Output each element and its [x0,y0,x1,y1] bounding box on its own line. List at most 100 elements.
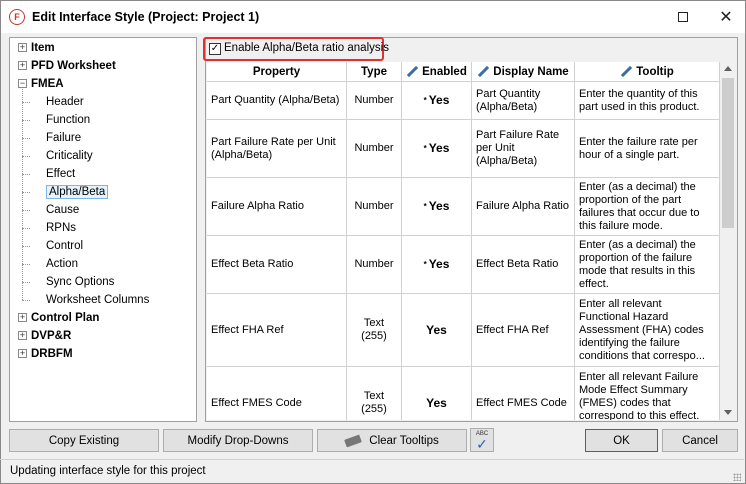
edit-pencil-icon [406,66,418,78]
grid-cell-text: Yes [428,199,450,213]
grid-cell-display-name[interactable]: Part Failure Rate per Unit (Alpha/Beta) [472,120,575,178]
tree-item-function[interactable]: Function [22,111,90,129]
enable-alpha-beta-label[interactable]: Enable Alpha/Beta ratio analysis [224,42,389,54]
grid-cell-property: Effect FHA Ref [207,294,347,367]
tree-item-label: Item [31,42,55,54]
grid-cell-enabled[interactable]: * Yes [402,120,472,178]
section-tree: + Item + PFD Worksheet − FMEA Header Function Fa… [9,37,197,422]
tree-item-label: Criticality [46,150,93,162]
resize-grip-icon[interactable] [733,473,741,481]
expand-icon[interactable]: + [18,349,27,358]
required-marker: * [423,96,427,105]
required-marker: * [423,260,427,269]
grid-cell-tooltip[interactable]: Enter all relevant Functional Hazard Ass… [575,294,720,367]
grid-cell-text: Effect FMES Code [211,396,302,409]
grid-cell-text: Yes [428,257,450,271]
tree-item-criticality[interactable]: Criticality [22,147,93,165]
column-header-enabled[interactable]: Enabled [402,62,472,82]
tree-item-control[interactable]: Control [22,237,83,255]
grid-cell-property: Effect Beta Ratio [207,236,347,294]
tree-branch-line [22,138,30,139]
grid-cell-text: Number [354,142,394,154]
expand-icon[interactable]: + [18,43,27,52]
clear-tooltips-button[interactable]: Clear Tooltips [317,429,467,452]
maximize-button[interactable] [669,5,697,29]
grid-cell-enabled[interactable]: * Yes [402,236,472,294]
close-button[interactable]: ✕ [712,5,740,29]
tree-item-sync-options[interactable]: Sync Options [22,273,114,291]
grid-cell-text: Effect FHA Ref [476,323,549,336]
tree-item-worksheet-columns[interactable]: Worksheet Columns [22,291,149,309]
expand-icon[interactable]: + [18,331,27,340]
grid-cell-text: Enter (as a decimal) the proportion of t… [579,238,696,290]
grid-cell-type: Number [347,82,402,120]
grid-cell-display-name[interactable]: Effect FHA Ref [472,294,575,367]
tree-item-alpha-beta[interactable]: Alpha/Beta [22,183,109,201]
column-header-type-label: Type [361,66,387,78]
expand-icon[interactable]: + [18,313,27,322]
grid-cell-display-name[interactable]: Failure Alpha Ratio [472,178,575,236]
modify-dropdowns-button[interactable]: Modify Drop-Downs [163,429,313,452]
tree-item-cause[interactable]: Cause [22,201,79,219]
grid-cell-enabled[interactable]: * Yes [402,82,472,120]
scroll-up-arrow-icon[interactable] [724,66,732,71]
grid-cell-text: Part Failure Rate per Unit (Alpha/Beta) [211,135,336,161]
grid-cell-tooltip[interactable]: Enter all relevant Failure Mode Effect S… [575,367,720,420]
properties-grid: Property Type Enabled Display Name Toolt… [207,62,720,420]
grid-cell-enabled[interactable]: Yes [402,367,472,420]
tree-item-pfd-worksheet[interactable]: + PFD Worksheet [18,57,116,75]
grid-cell-display-name[interactable]: Part Quantity (Alpha/Beta) [472,82,575,120]
column-header-property-label: Property [252,66,301,78]
scroll-down-arrow-icon[interactable] [724,410,732,415]
grid-cell-text: Yes [428,93,450,107]
tree-item-fmea[interactable]: − FMEA [18,75,64,93]
column-header-tooltip[interactable]: Tooltip [575,62,720,82]
tree-item-drbfm[interactable]: + DRBFM [18,345,73,363]
collapse-icon[interactable]: − [18,79,27,88]
scrollbar-thumb[interactable] [722,78,734,228]
tree-branch-line [22,120,30,121]
grid-cell-property: Part Failure Rate per Unit (Alpha/Beta) [207,120,347,178]
grid-cell-type: Text (255) [347,294,402,367]
tree-item-action[interactable]: Action [22,255,78,273]
column-header-display-name[interactable]: Display Name [472,62,575,82]
spell-check-button[interactable]: ABC ✓ [470,428,494,452]
grid-cell-display-name[interactable]: Effect FMES Code [472,367,575,420]
tree-item-control-plan[interactable]: + Control Plan [18,309,99,327]
tree-item-label: DRBFM [31,348,73,360]
enable-alpha-beta-checkbox[interactable]: ✓ [209,43,221,55]
grid-cell-type: Number [347,178,402,236]
cancel-button[interactable]: Cancel [662,429,738,452]
grid-cell-tooltip[interactable]: Enter the failure rate per hour of a sin… [575,120,720,178]
grid-cell-text: Enter the quantity of this part used in … [579,87,700,113]
tree-item-label: RPNs [46,222,77,234]
grid-cell-enabled[interactable]: Yes [402,294,472,367]
edit-pencil-icon [620,66,632,78]
column-header-type[interactable]: Type [347,62,402,82]
column-header-property[interactable]: Property [207,62,347,82]
grid-cell-text: Number [354,94,394,106]
tree-item-effect[interactable]: Effect [22,165,75,183]
tree-item-rpns[interactable]: RPNs [22,219,77,237]
copy-existing-button[interactable]: Copy Existing [9,429,159,452]
tree-item-dvp-r[interactable]: + DVP&R [18,327,71,345]
grid-cell-tooltip[interactable]: Enter (as a decimal) the proportion of t… [575,178,720,236]
tree-branch-line [22,300,30,301]
tree-item-failure[interactable]: Failure [22,129,81,147]
grid-cell-text: Enter (as a decimal) the proportion of t… [579,180,700,232]
grid-cell-display-name[interactable]: Effect Beta Ratio [472,236,575,294]
grid-cell-text: Failure Alpha Ratio [211,200,304,212]
tree-item-label: PFD Worksheet [31,60,116,72]
tree-item-label: Alpha/Beta [46,185,109,199]
expand-icon[interactable]: + [18,61,27,70]
tree-item-header[interactable]: Header [22,93,84,111]
column-header-display-name-label: Display Name [493,66,569,78]
ok-button[interactable]: OK [585,429,658,452]
grid-cell-text: Effect Beta Ratio [476,258,559,270]
grid-cell-tooltip[interactable]: Enter the quantity of this part used in … [575,82,720,120]
ok-label: OK [613,434,630,447]
tree-item-item[interactable]: + Item [18,39,55,57]
tree-branch-line [22,282,30,283]
grid-cell-enabled[interactable]: * Yes [402,178,472,236]
grid-cell-tooltip[interactable]: Enter (as a decimal) the proportion of t… [575,236,720,294]
